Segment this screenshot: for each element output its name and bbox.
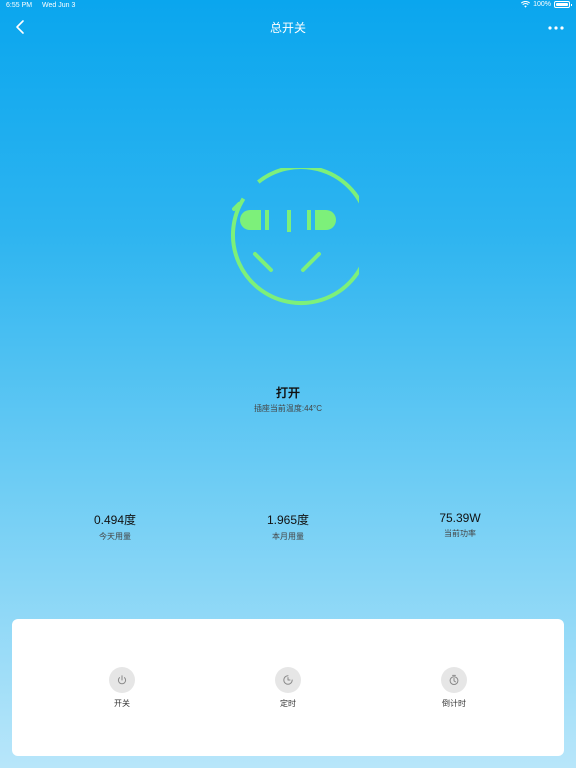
power-button[interactable]: 开关 bbox=[82, 667, 162, 709]
more-options-icon[interactable] bbox=[546, 18, 566, 34]
schedule-button[interactable]: 定时 bbox=[248, 667, 328, 709]
clock-icon bbox=[283, 675, 293, 685]
status-time: 6:55 PM bbox=[6, 2, 33, 9]
battery-icon bbox=[554, 1, 572, 8]
socket-icon[interactable] bbox=[217, 168, 359, 310]
timer-icon bbox=[449, 674, 459, 685]
socket-temperature: 插座当前温度:44°C bbox=[253, 404, 323, 413]
stat-month-label: 本月用量 bbox=[272, 532, 304, 541]
countdown-button[interactable]: 倒计时 bbox=[414, 667, 494, 709]
stat-power-value: 75.39W bbox=[439, 511, 481, 525]
stat-month: 1.965度 本月用量 bbox=[228, 511, 348, 542]
status-date: Wed Jun 3 bbox=[42, 2, 76, 9]
countdown-button-label: 倒计时 bbox=[442, 699, 466, 708]
stat-today-label: 今天用量 bbox=[99, 532, 131, 541]
stat-month-value: 1.965度 bbox=[266, 513, 310, 527]
wifi-icon bbox=[521, 1, 531, 8]
control-panel: 开关 定时 倒计时 bbox=[12, 619, 564, 756]
power-icon bbox=[117, 675, 127, 685]
power-button-label: 开关 bbox=[114, 699, 130, 708]
page-title: 总开关 bbox=[269, 21, 306, 35]
nav-bar: 总开关 bbox=[0, 14, 576, 38]
schedule-button-label: 定时 bbox=[280, 699, 296, 708]
socket-state: 打开 bbox=[275, 386, 300, 400]
stat-power: 75.39W 当前功率 bbox=[400, 511, 520, 539]
battery-percent: 100% bbox=[533, 1, 551, 8]
stat-today-value: 0.494度 bbox=[93, 513, 137, 527]
status-bar: 6:55 PM Wed Jun 3 100% bbox=[0, 0, 576, 12]
stat-power-label: 当前功率 bbox=[444, 529, 476, 538]
stat-today: 0.494度 今天用量 bbox=[55, 511, 175, 542]
